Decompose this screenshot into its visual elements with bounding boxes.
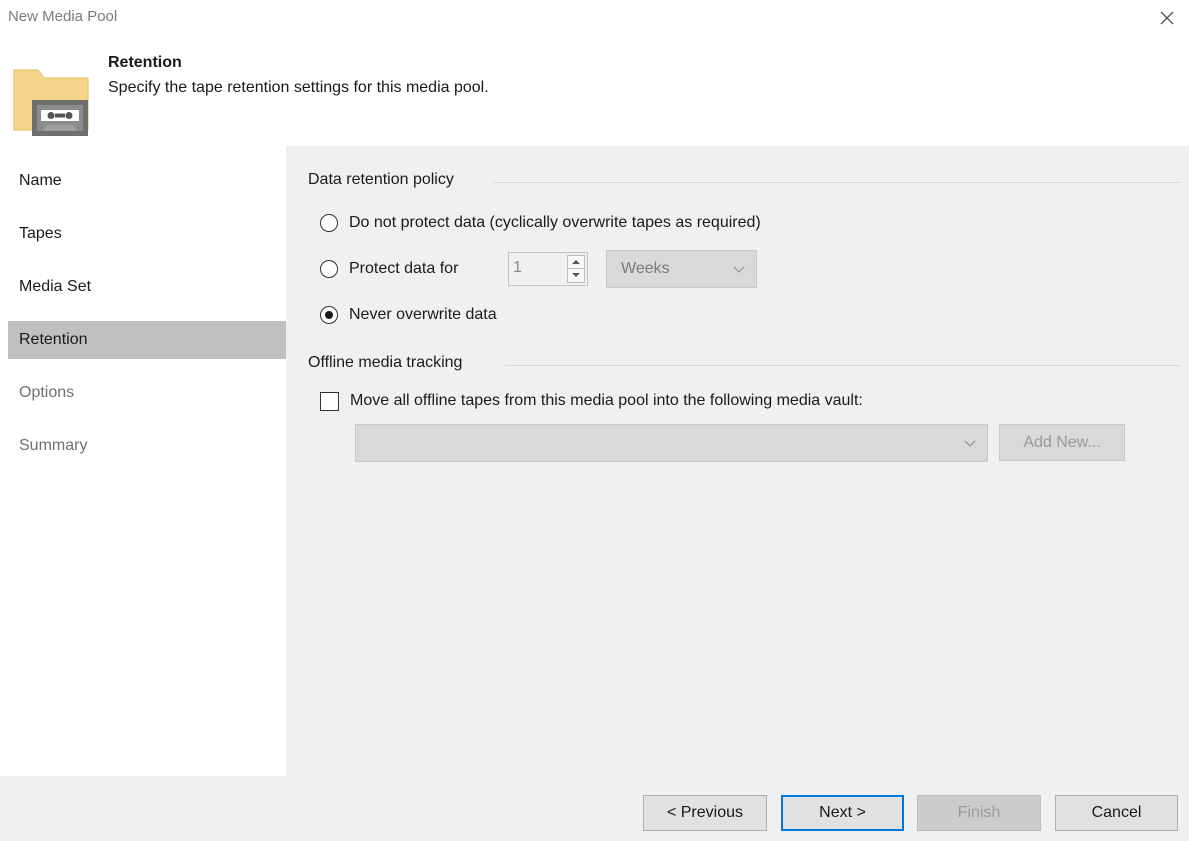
spinner-buttons	[567, 255, 585, 283]
tape-folder-icon	[13, 69, 89, 136]
close-icon	[1160, 11, 1174, 25]
radio-protect-for[interactable]	[320, 260, 338, 278]
radio-row-never-overwrite[interactable]: Never overwrite data	[320, 303, 497, 327]
add-new-vault-button: Add New...	[999, 424, 1125, 461]
section-divider	[493, 182, 1181, 183]
page-title: Retention	[108, 54, 182, 71]
finish-button: Finish	[917, 795, 1041, 831]
radio-protect-for-label: Protect data for	[349, 260, 459, 277]
close-button[interactable]	[1153, 4, 1181, 32]
retention-section-title: Data retention policy	[308, 171, 454, 188]
radio-no-protect-label: Do not protect data (cyclically overwrit…	[349, 214, 761, 231]
chevron-down-icon	[733, 266, 745, 273]
step-retention[interactable]: Retention	[8, 321, 286, 359]
wizard-steps: Name Tapes Media Set Retention Options S…	[0, 146, 286, 776]
offline-section-title: Offline media tracking	[308, 354, 463, 371]
title-bar: New Media Pool	[0, 0, 1189, 36]
radio-no-protect[interactable]	[320, 214, 338, 232]
retention-unit-value: Weeks	[621, 260, 670, 277]
section-divider	[505, 365, 1181, 366]
radio-row-no-protect[interactable]: Do not protect data (cyclically overwrit…	[320, 211, 761, 235]
previous-button[interactable]: < Previous	[643, 795, 767, 831]
spin-down-button[interactable]	[568, 269, 584, 282]
offline-vault-label: Move all offline tapes from this media p…	[350, 392, 863, 409]
cancel-button[interactable]: Cancel	[1055, 795, 1178, 831]
retention-period-spinner[interactable]: 1	[508, 252, 588, 286]
content-panel: Data retention policy Do not protect dat…	[286, 146, 1189, 776]
step-options: Options	[19, 384, 75, 401]
offline-vault-row[interactable]: Move all offline tapes from this media p…	[320, 389, 863, 413]
offline-vault-checkbox[interactable]	[320, 391, 339, 411]
retention-unit-select[interactable]: Weeks	[606, 250, 757, 288]
page-description: Specify the tape retention settings for …	[108, 79, 489, 96]
next-button[interactable]: Next >	[781, 795, 904, 831]
step-media-set[interactable]: Media Set	[8, 268, 286, 306]
media-vault-select[interactable]	[355, 424, 988, 462]
step-name[interactable]: Name	[8, 162, 286, 200]
step-summary: Summary	[19, 437, 88, 454]
radio-never-overwrite[interactable]	[320, 306, 338, 324]
wizard-header: Retention Specify the tape retention set…	[0, 36, 1189, 146]
window-title: New Media Pool	[8, 8, 118, 25]
retention-period-value: 1	[513, 259, 522, 276]
wizard-footer: < Previous Next > Finish Cancel	[0, 776, 1189, 841]
step-tapes[interactable]: Tapes	[8, 215, 286, 253]
radio-row-protect-for[interactable]: Protect data for	[320, 257, 458, 281]
spin-up-button[interactable]	[568, 256, 584, 269]
chevron-down-icon	[964, 440, 976, 447]
radio-never-overwrite-label: Never overwrite data	[349, 306, 497, 323]
